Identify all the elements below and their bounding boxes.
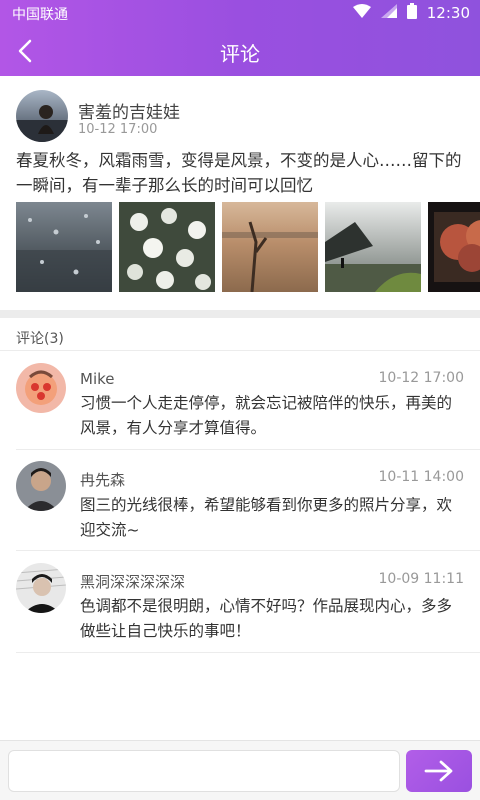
avatar[interactable]	[16, 363, 66, 413]
comment-time: 10-11 14:00	[378, 469, 464, 485]
comment-text: 图三的光线很棒，希望能够看到你更多的照片分享，欢迎交流~	[80, 496, 453, 539]
wifi-icon	[352, 4, 371, 22]
comment-time: 10-09 11:11	[378, 571, 464, 587]
app-header: 中国联通 12:30 评论	[0, 0, 480, 76]
nav-bar: 评论	[0, 26, 480, 76]
avatar[interactable]	[16, 563, 66, 613]
comment-text: 习惯一个人走走停停，就会忘记被陪伴的快乐，再美的风景，有人分享才算值得。	[80, 394, 453, 437]
divider	[16, 652, 480, 653]
comment-item: Mike 10-12 17:00 习惯一个人走走停停，就会忘记被陪伴的快乐，再美…	[0, 351, 480, 451]
battery-icon	[406, 3, 417, 23]
post-text: 春夏秋冬，风霜雨雪，变得是风景，不变的是人心……留下的一瞬间，有一辈子那么长的时…	[16, 151, 462, 195]
comments-count: 评论(3)	[16, 331, 64, 347]
comment-input-bar	[0, 740, 480, 800]
photo-strip	[16, 202, 480, 292]
comment-input[interactable]	[8, 750, 400, 792]
white-flowers-photo[interactable]	[119, 202, 215, 292]
commenter-name[interactable]: 黑洞深深深深深	[80, 571, 185, 592]
send-button[interactable]	[406, 750, 472, 792]
autumn-tree-photo[interactable]	[428, 202, 480, 292]
clock: 12:30	[426, 4, 470, 22]
comment-item: 冉先森 10-11 14:00 图三的光线很棒，希望能够看到你更多的照片分享，欢…	[0, 450, 480, 551]
status-bar: 中国联通 12:30	[0, 0, 480, 26]
signal-icon	[380, 4, 397, 22]
commenter-name[interactable]: Mike	[80, 370, 115, 388]
post-card: 害羞的吉娃娃 10-12 17:00 春夏秋冬，风霜雨雪，变得是风景，不变的是人…	[0, 76, 480, 310]
comment-item: 黑洞深深深深深 10-09 11:11 色调都不是很明朗，心情不好吗？作品展现内…	[0, 551, 480, 653]
commenter-name[interactable]: 冉先森	[80, 469, 125, 490]
post-author[interactable]: 害羞的吉娃娃	[78, 98, 180, 123]
status-icons: 12:30	[352, 3, 470, 23]
section-divider	[0, 310, 480, 318]
avatar[interactable]	[16, 461, 66, 511]
coast-photo[interactable]	[325, 202, 421, 292]
avatar[interactable]	[16, 90, 68, 142]
lake-branch-photo[interactable]	[222, 202, 318, 292]
rain-window-photo[interactable]	[16, 202, 112, 292]
comment-text: 色调都不是很明朗，心情不好吗？作品展现内心，多多做些让自己快乐的事吧！	[80, 597, 453, 640]
comment-time: 10-12 17:00	[378, 370, 464, 386]
post-time: 10-12 17:00	[78, 122, 158, 137]
carrier-name: 中国联通	[12, 7, 68, 23]
arrow-right-icon	[424, 760, 453, 782]
page-title: 评论	[220, 42, 260, 66]
